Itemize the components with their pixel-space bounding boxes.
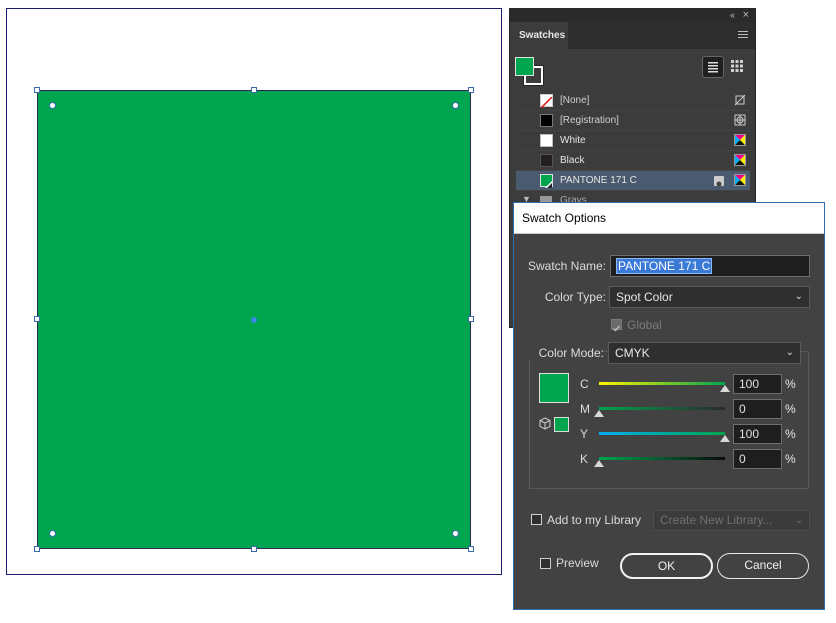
swatch-list: [None] [Registration] White Black PANTON… (516, 91, 750, 211)
channel-m-label: M (580, 402, 590, 416)
swatch-name: White (560, 135, 586, 146)
cmyk-process-icon (734, 154, 746, 166)
center-point (251, 317, 257, 323)
handle-top-left[interactable] (34, 87, 40, 93)
close-icon[interactable]: × (743, 9, 749, 22)
tab-swatches[interactable]: Swatches (510, 22, 568, 49)
percent-label: % (785, 402, 796, 416)
panel-titlebar: « × (510, 9, 755, 22)
corner-radius-widget[interactable] (452, 530, 459, 537)
library-select-value: Create New Library... (660, 513, 773, 527)
pantone-swatch-icon (540, 174, 553, 188)
percent-label: % (785, 377, 796, 391)
yellow-value-input[interactable]: 100 (733, 424, 782, 444)
swatch-item-pantone[interactable]: PANTONE 171 C (516, 171, 750, 191)
channel-k-label: K (580, 452, 589, 466)
swatch-item-none[interactable]: [None] (516, 91, 750, 111)
no-edit-icon (734, 94, 746, 106)
fill-stroke-proxy[interactable] (515, 57, 544, 86)
handle-bottom-right[interactable] (468, 546, 474, 552)
cancel-button[interactable]: Cancel (717, 553, 809, 579)
magenta-value-input[interactable]: 0 (733, 399, 782, 419)
preview-label: Preview (556, 556, 599, 570)
panel-tabbar: Swatches (510, 22, 755, 49)
swatch-name: [None] (560, 95, 590, 106)
add-to-library-checkbox[interactable] (531, 514, 542, 525)
percent-label: % (785, 427, 796, 441)
thumbnail-view-icon[interactable] (727, 56, 749, 78)
color-mode-select[interactable]: CMYK ⌄ (608, 342, 801, 364)
cyan-value: 100 (739, 377, 760, 391)
ok-button[interactable]: OK (620, 553, 713, 579)
cube-icon (539, 417, 551, 430)
handle-top-right[interactable] (468, 87, 474, 93)
cmyk-process-icon (734, 134, 746, 146)
add-to-library-label: Add to my Library (547, 513, 642, 527)
swatch-name-label: Swatch Name: (527, 259, 606, 273)
swatch-item-white[interactable]: White (516, 131, 750, 151)
color-type-select[interactable]: Spot Color ⌄ (609, 286, 810, 308)
chevron-down-icon: ⌄ (794, 291, 803, 302)
fill-swatch-icon[interactable] (515, 57, 534, 76)
channel-c-label: C (580, 377, 589, 391)
dialog-title: Swatch Options (514, 203, 824, 234)
color-preview-small (554, 417, 569, 432)
corner-radius-widget[interactable] (49, 530, 56, 537)
spot-color-icon (714, 176, 724, 187)
swatch-item-registration[interactable]: [Registration] (516, 111, 750, 131)
preview-checkbox[interactable] (540, 558, 551, 569)
magenta-slider-thumb[interactable] (594, 410, 604, 417)
cyan-value-input[interactable]: 100 (733, 374, 782, 394)
magenta-value: 0 (739, 402, 746, 416)
handle-middle-left[interactable] (34, 316, 40, 322)
collapse-icon[interactable]: « (730, 9, 735, 22)
white-swatch-icon (540, 134, 553, 147)
handle-bottom-left[interactable] (34, 546, 40, 552)
registration-icon (734, 114, 746, 126)
percent-label: % (785, 452, 796, 466)
swatch-name-value: PANTONE 171 C (616, 258, 713, 274)
color-preview-large (539, 373, 569, 403)
black-slider-thumb[interactable] (594, 460, 604, 467)
swatch-item-black[interactable]: Black (516, 151, 750, 171)
swatch-name: Black (560, 155, 585, 166)
panel-menu-icon[interactable] (738, 31, 748, 40)
none-swatch-icon (540, 94, 553, 109)
swatch-options-dialog: Swatch Options Swatch Name: PANTONE 171 … (513, 202, 825, 610)
black-value-input[interactable]: 0 (733, 449, 782, 469)
corner-radius-widget[interactable] (49, 102, 56, 109)
selected-rectangle[interactable] (34, 87, 474, 552)
black-slider-track[interactable] (599, 457, 725, 460)
yellow-value: 100 (739, 427, 760, 441)
black-swatch-icon (540, 154, 553, 167)
yellow-slider-thumb[interactable] (720, 435, 730, 442)
corner-radius-widget[interactable] (452, 102, 459, 109)
color-type-label: Color Type: (544, 290, 606, 304)
magenta-slider-track[interactable] (599, 407, 725, 410)
chevron-down-icon: ⌄ (794, 515, 803, 526)
cyan-slider-thumb[interactable] (720, 385, 730, 392)
cmyk-process-icon (734, 174, 746, 186)
registration-swatch-icon (540, 114, 553, 127)
list-view-icon[interactable] (702, 56, 724, 78)
global-checkbox[interactable] (611, 319, 622, 332)
channel-y-label: Y (580, 427, 589, 441)
cyan-slider-track[interactable] (599, 382, 725, 385)
black-value: 0 (739, 452, 746, 466)
yellow-slider-track[interactable] (599, 432, 725, 435)
global-label: Global (627, 318, 662, 332)
handle-middle-right[interactable] (468, 316, 474, 322)
swatch-name-input[interactable]: PANTONE 171 C (610, 255, 810, 277)
chevron-down-icon: ⌄ (785, 347, 794, 358)
color-type-value: Spot Color (616, 290, 673, 304)
swatch-name: [Registration] (560, 115, 619, 126)
color-mode-label: Color Mode: (524, 346, 604, 360)
library-select[interactable]: Create New Library... ⌄ (653, 510, 810, 531)
handle-bottom-center[interactable] (251, 546, 257, 552)
color-mode-value: CMYK (615, 346, 650, 360)
swatch-name: PANTONE 171 C (560, 175, 637, 186)
handle-top-center[interactable] (251, 87, 257, 93)
